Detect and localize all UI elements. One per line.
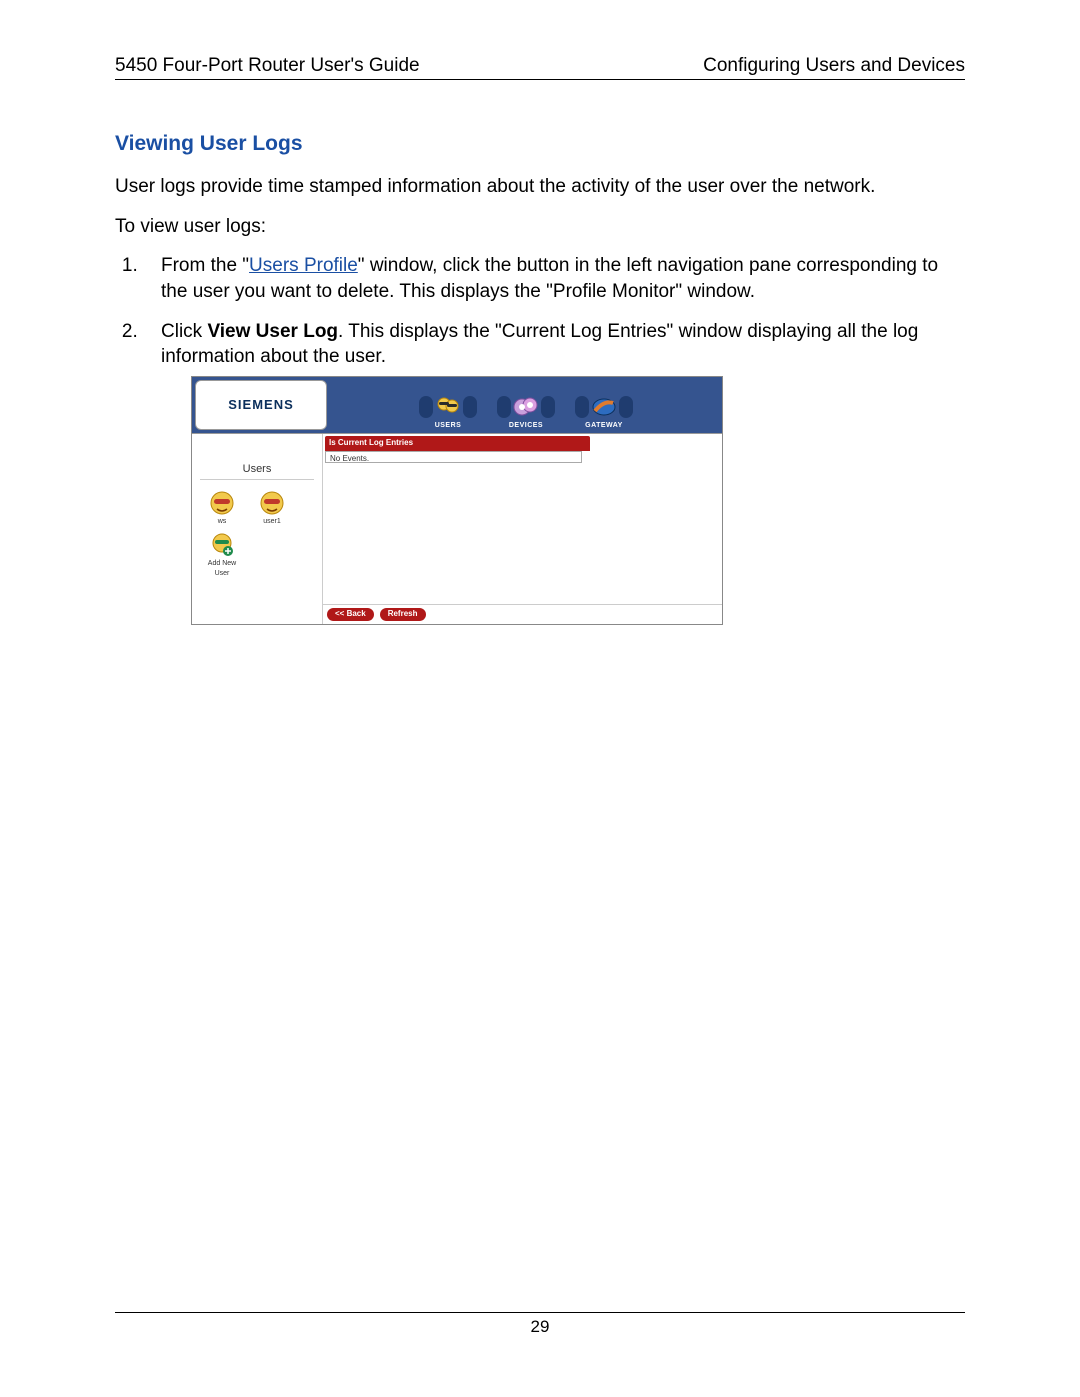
figure-topbar: SIEMENS [192, 377, 722, 433]
sidebar-title: Users [200, 462, 314, 480]
nav-devices[interactable]: DEVICES [497, 394, 555, 430]
refresh-button[interactable]: Refresh [380, 608, 426, 621]
view-user-log-label: View User Log [207, 321, 338, 342]
header-left: 5450 Four-Port Router User's Guide [115, 55, 420, 77]
header-right: Configuring Users and Devices [703, 55, 965, 77]
log-entries-body: No Events. [325, 451, 582, 463]
intro-paragraph: User logs provide time stamped informati… [115, 174, 965, 200]
gateway-icon [591, 394, 617, 420]
figure-footer: << Back Refresh [323, 604, 722, 624]
page-footer: 29 [115, 1312, 965, 1337]
lead-in: To view user logs: [115, 214, 965, 240]
steps-list: From the "Users Profile" window, click t… [115, 253, 965, 625]
nav-gateway[interactable]: GATEWAY [575, 394, 633, 430]
sidebar-user-ws[interactable]: ws [202, 490, 242, 526]
users-profile-link[interactable]: Users Profile [249, 255, 358, 276]
figure-main: Is Current Log Entries No Events. << Bac… [323, 434, 722, 624]
figure-sidebar: Users ws [192, 434, 323, 624]
step-2: Click View User Log. This displays the "… [143, 319, 965, 625]
screenshot-figure: SIEMENS [191, 376, 723, 625]
user-face-icon [209, 490, 235, 516]
page-number: 29 [531, 1317, 550, 1336]
back-button[interactable]: << Back [327, 608, 374, 621]
log-entries-header: Is Current Log Entries [325, 436, 590, 451]
add-user-icon [209, 532, 235, 558]
sidebar-user-user1[interactable]: user1 [252, 490, 292, 526]
users-icon [435, 394, 461, 420]
nav-users[interactable]: USERS [419, 394, 477, 430]
step-1: From the "Users Profile" window, click t… [143, 253, 965, 304]
sidebar-add-new-user[interactable]: Add New User [202, 532, 242, 578]
siemens-logo: SIEMENS [195, 380, 327, 430]
devices-icon [513, 394, 539, 420]
page-header: 5450 Four-Port Router User's Guide Confi… [115, 55, 965, 80]
top-nav: USERS [330, 377, 722, 433]
user-face-icon [259, 490, 285, 516]
section-title: Viewing User Logs [115, 132, 965, 156]
